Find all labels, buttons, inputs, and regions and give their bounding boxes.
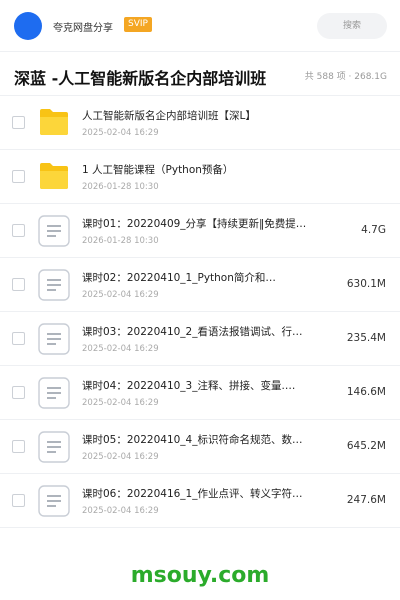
row-checkbox[interactable] <box>12 224 25 237</box>
row-checkbox[interactable] <box>12 332 25 345</box>
file-row[interactable]: 1 人工智能课程（Python预备） 2026-01-28 10:30 <box>0 150 400 204</box>
file-date: 2025-02-04 16:29 <box>82 398 159 408</box>
search-input[interactable]: 搜索 <box>317 13 387 39</box>
share-owner-name: 夸克网盘分享 <box>53 23 113 34</box>
file-name[interactable]: 课时05：20220410_4_标识符命名规范、数… <box>82 432 318 447</box>
file-date: 2025-02-04 16:29 <box>82 290 159 300</box>
file-size: 235.4M <box>346 332 386 344</box>
page-title: 深蓝 -人工智能新版名企内部培训班 <box>14 69 267 88</box>
file-date: 2025-02-04 16:29 <box>82 452 159 462</box>
svip-badge: SVIP <box>124 17 152 32</box>
row-checkbox[interactable] <box>12 116 25 129</box>
file-name[interactable]: 课时03：20220410_2_看语法报错调试、行… <box>82 324 318 339</box>
row-checkbox[interactable] <box>12 278 25 291</box>
file-date: 2025-02-04 16:29 <box>82 128 159 138</box>
document-icon <box>38 215 70 247</box>
file-size: 4.7G <box>361 224 386 236</box>
file-list: 人工智能新版名企内部培训班【深L】 2025-02-04 16:29 1 人工智能课… <box>0 96 400 528</box>
document-icon <box>38 431 70 463</box>
document-icon <box>38 269 70 301</box>
row-checkbox[interactable] <box>12 440 25 453</box>
file-name[interactable]: 1 人工智能课程（Python预备） <box>82 162 318 177</box>
watermark-text: msouy.com <box>130 563 270 588</box>
file-date: 2026-01-28 10:30 <box>82 182 159 192</box>
folder-icon <box>38 107 70 137</box>
folder-icon <box>38 161 70 191</box>
folder-title-bar: 深蓝 -人工智能新版名企内部培训班 共 588 项 · 268.1G <box>0 52 400 96</box>
file-name[interactable]: 课时02：20220410_1_Python简介和… <box>82 270 318 285</box>
file-date: 2025-02-04 16:29 <box>82 344 159 354</box>
file-name[interactable]: 人工智能新版名企内部培训班【深L】 <box>82 108 318 123</box>
avatar[interactable] <box>14 12 42 40</box>
file-size: 645.2M <box>346 440 386 452</box>
file-row[interactable]: 课时06：20220416_1_作业点评、转义字符… 2025-02-04 16:… <box>0 474 400 528</box>
file-date: 2026-01-28 10:30 <box>82 236 159 246</box>
file-row[interactable]: 课时05：20220410_4_标识符命名规范、数… 2025-02-04 16:… <box>0 420 400 474</box>
file-size: 146.6M <box>346 386 386 398</box>
row-checkbox[interactable] <box>12 494 25 507</box>
file-size: 630.1M <box>346 278 386 290</box>
file-row[interactable]: 课时01：20220409_分享【持续更新‖免费提… 2026-01-28 10:… <box>0 204 400 258</box>
file-name[interactable]: 课时04：20220410_3_注释、拼接、变量.… <box>82 378 318 393</box>
row-checkbox[interactable] <box>12 170 25 183</box>
file-row[interactable]: 课时04：20220410_3_注释、拼接、变量.… 2025-02-04 16:… <box>0 366 400 420</box>
document-icon <box>38 377 70 409</box>
file-row[interactable]: 课时02：20220410_1_Python简介和… 2025-02-04 16:… <box>0 258 400 312</box>
document-icon <box>38 485 70 517</box>
file-row[interactable]: 课时03：20220410_2_看语法报错调试、行… 2025-02-04 16:… <box>0 312 400 366</box>
share-header: 夸克网盘分享 SVIP 搜索 <box>0 0 400 52</box>
file-row[interactable]: 人工智能新版名企内部培训班【深L】 2025-02-04 16:29 <box>0 96 400 150</box>
folder-meta: 共 588 项 · 268.1G <box>304 72 387 82</box>
document-icon <box>38 323 70 355</box>
file-date: 2025-02-04 16:29 <box>82 506 159 516</box>
file-name[interactable]: 课时06：20220416_1_作业点评、转义字符… <box>82 486 318 501</box>
file-name[interactable]: 课时01：20220409_分享【持续更新‖免费提… <box>82 216 318 231</box>
file-size: 247.6M <box>346 494 386 506</box>
row-checkbox[interactable] <box>12 386 25 399</box>
